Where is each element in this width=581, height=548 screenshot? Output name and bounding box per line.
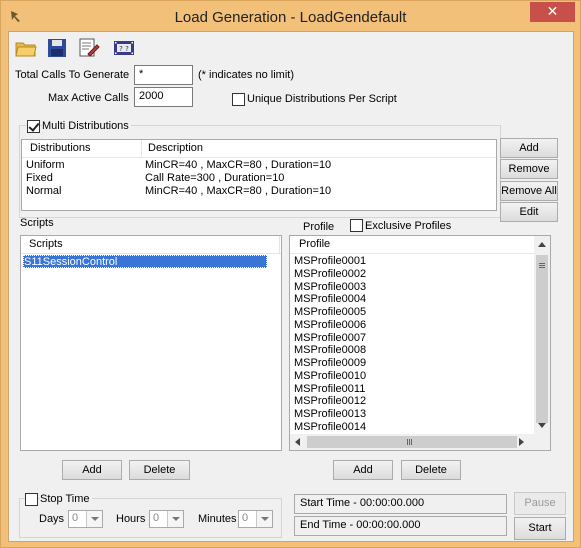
chevron-down-icon xyxy=(86,511,102,527)
profile-item[interactable]: MSProfile0014 xyxy=(294,421,366,434)
max-active-input[interactable]: 2000 xyxy=(134,87,193,107)
window-title: Load Generation - LoadGendefault xyxy=(174,9,407,26)
scroll-up-icon[interactable] xyxy=(538,242,546,247)
profile-item[interactable]: MSProfile0012 xyxy=(294,395,366,408)
profile-item[interactable]: MSProfile0003 xyxy=(294,281,366,294)
pause-button[interactable]: Pause xyxy=(514,492,566,515)
unique-distributions-checkbox[interactable] xyxy=(232,93,245,106)
save-icon[interactable] xyxy=(46,38,68,58)
scripts-list-header: Scripts xyxy=(21,236,281,254)
script-delete-button[interactable]: Delete xyxy=(129,460,190,480)
profile-item[interactable]: MSProfile0011 xyxy=(294,383,365,396)
profile-delete-button[interactable]: Delete xyxy=(401,460,461,480)
profile-item[interactable]: MSProfile0013 xyxy=(294,408,366,421)
multi-distributions-checkbox[interactable] xyxy=(27,120,40,133)
distribution-description: MinCR=40 , MaxCR=80 , Duration=10 xyxy=(145,159,332,171)
exclusive-profiles-label: Exclusive Profiles xyxy=(365,220,452,232)
scroll-left-icon[interactable] xyxy=(295,438,300,446)
start-button[interactable]: Start xyxy=(514,517,566,540)
col-distributions[interactable]: Distributions xyxy=(30,142,91,154)
col-description[interactable]: Description xyxy=(148,142,203,154)
unique-distributions-label: Unique Distributions Per Script xyxy=(247,93,397,105)
edit-document-icon[interactable] xyxy=(78,38,100,58)
distribution-add-button[interactable]: Add xyxy=(500,138,558,158)
scripts-list[interactable]: Scripts S11SessionControl xyxy=(20,235,282,451)
profile-item[interactable]: MSProfile0001 xyxy=(294,255,366,268)
profile-group-label: Profile xyxy=(303,221,335,233)
total-calls-hint: (* indicates no limit) xyxy=(198,69,294,81)
distribution-edit-button[interactable]: Edit xyxy=(500,202,558,222)
days-select[interactable]: 0 xyxy=(68,510,103,528)
days-value: 0 xyxy=(72,512,79,524)
end-time-display: End Time - 00:00:00.000 xyxy=(294,516,507,536)
column-separator xyxy=(279,236,280,254)
scroll-down-icon[interactable] xyxy=(538,423,546,428)
distributions-list-header: Distributions Description xyxy=(22,140,496,158)
client-area: ? ? Total Calls To Generate * (* indicat… xyxy=(8,31,574,542)
profile-item[interactable]: MSProfile0008 xyxy=(294,344,366,357)
distribution-remove-all-button[interactable]: Remove All xyxy=(500,181,558,201)
distribution-description: MinCR=40 , MaxCR=80 , Duration=10 xyxy=(145,185,332,197)
profile-add-button[interactable]: Add xyxy=(333,460,393,480)
total-calls-input[interactable]: * xyxy=(134,65,193,85)
exclusive-profiles-checkbox[interactable] xyxy=(350,219,363,232)
col-profile[interactable]: Profile xyxy=(299,238,330,250)
profile-item[interactable]: MSProfile0005 xyxy=(294,306,366,319)
close-button[interactable]: ✕ xyxy=(530,2,575,22)
script-item-selected[interactable]: S11SessionControl xyxy=(23,255,267,268)
script-add-button[interactable]: Add xyxy=(62,460,122,480)
open-folder-icon[interactable] xyxy=(15,38,37,58)
help-film-icon[interactable]: ? ? xyxy=(113,38,135,58)
profile-item[interactable]: MSProfile0002 xyxy=(294,268,366,281)
distribution-description: Call Rate=300 , Duration=10 xyxy=(145,172,285,184)
distribution-name[interactable]: Fixed xyxy=(26,172,53,185)
minutes-value: 0 xyxy=(242,512,249,524)
title-bar[interactable]: Load Generation - LoadGendefault ✕ xyxy=(1,1,580,31)
svg-text:? ?: ? ? xyxy=(119,45,129,53)
hours-label: Hours xyxy=(116,513,146,525)
profiles-vertical-scrollbar[interactable] xyxy=(534,236,550,434)
distributions-list[interactable]: Distributions Description Uniform MinCR=… xyxy=(21,139,497,211)
horizontal-scroll-thumb[interactable] xyxy=(307,436,517,448)
distribution-name[interactable]: Uniform xyxy=(26,159,65,172)
scripts-group-label: Scripts xyxy=(20,217,54,229)
load-generation-window: Load Generation - LoadGendefault ✕ ? ? T… xyxy=(0,0,581,548)
days-label: Days xyxy=(39,513,65,525)
distribution-name[interactable]: Normal xyxy=(26,185,61,198)
stop-time-checkbox[interactable] xyxy=(25,493,38,506)
chevron-down-icon xyxy=(256,511,272,527)
total-calls-label: Total Calls To Generate xyxy=(15,69,130,81)
scroll-thumb[interactable] xyxy=(536,255,548,423)
stop-time-label: Stop Time xyxy=(40,493,92,505)
hours-value: 0 xyxy=(153,512,160,524)
distribution-remove-button[interactable]: Remove xyxy=(500,159,558,179)
grip-icon xyxy=(407,439,408,445)
profiles-list[interactable]: Profile MSProfile0001 MSProfile0002 MSProf… xyxy=(289,235,551,451)
profile-item[interactable]: MSProfile0006 xyxy=(294,319,366,332)
col-scripts[interactable]: Scripts xyxy=(29,238,63,250)
profile-item[interactable]: MSProfile0007 xyxy=(294,332,366,345)
profile-item[interactable]: MSProfile0004 xyxy=(294,293,366,306)
multi-distributions-label: Multi Distributions xyxy=(42,120,131,132)
chevron-down-icon xyxy=(167,511,183,527)
profile-item[interactable]: MSProfile0009 xyxy=(294,357,366,370)
max-active-label: Max Active Calls xyxy=(48,92,129,104)
profiles-horizontal-scrollbar[interactable] xyxy=(290,434,550,450)
start-time-display: Start Time - 00:00:00.000 xyxy=(294,494,507,514)
minutes-label: Minutes xyxy=(198,513,237,525)
grip-icon xyxy=(539,263,545,264)
profile-item[interactable]: MSProfile0010 xyxy=(294,370,366,383)
profiles-list-header: Profile xyxy=(290,236,536,254)
minutes-select[interactable]: 0 xyxy=(238,510,273,528)
column-separator xyxy=(141,140,142,158)
hours-select[interactable]: 0 xyxy=(149,510,184,528)
scroll-right-icon[interactable] xyxy=(519,438,524,446)
